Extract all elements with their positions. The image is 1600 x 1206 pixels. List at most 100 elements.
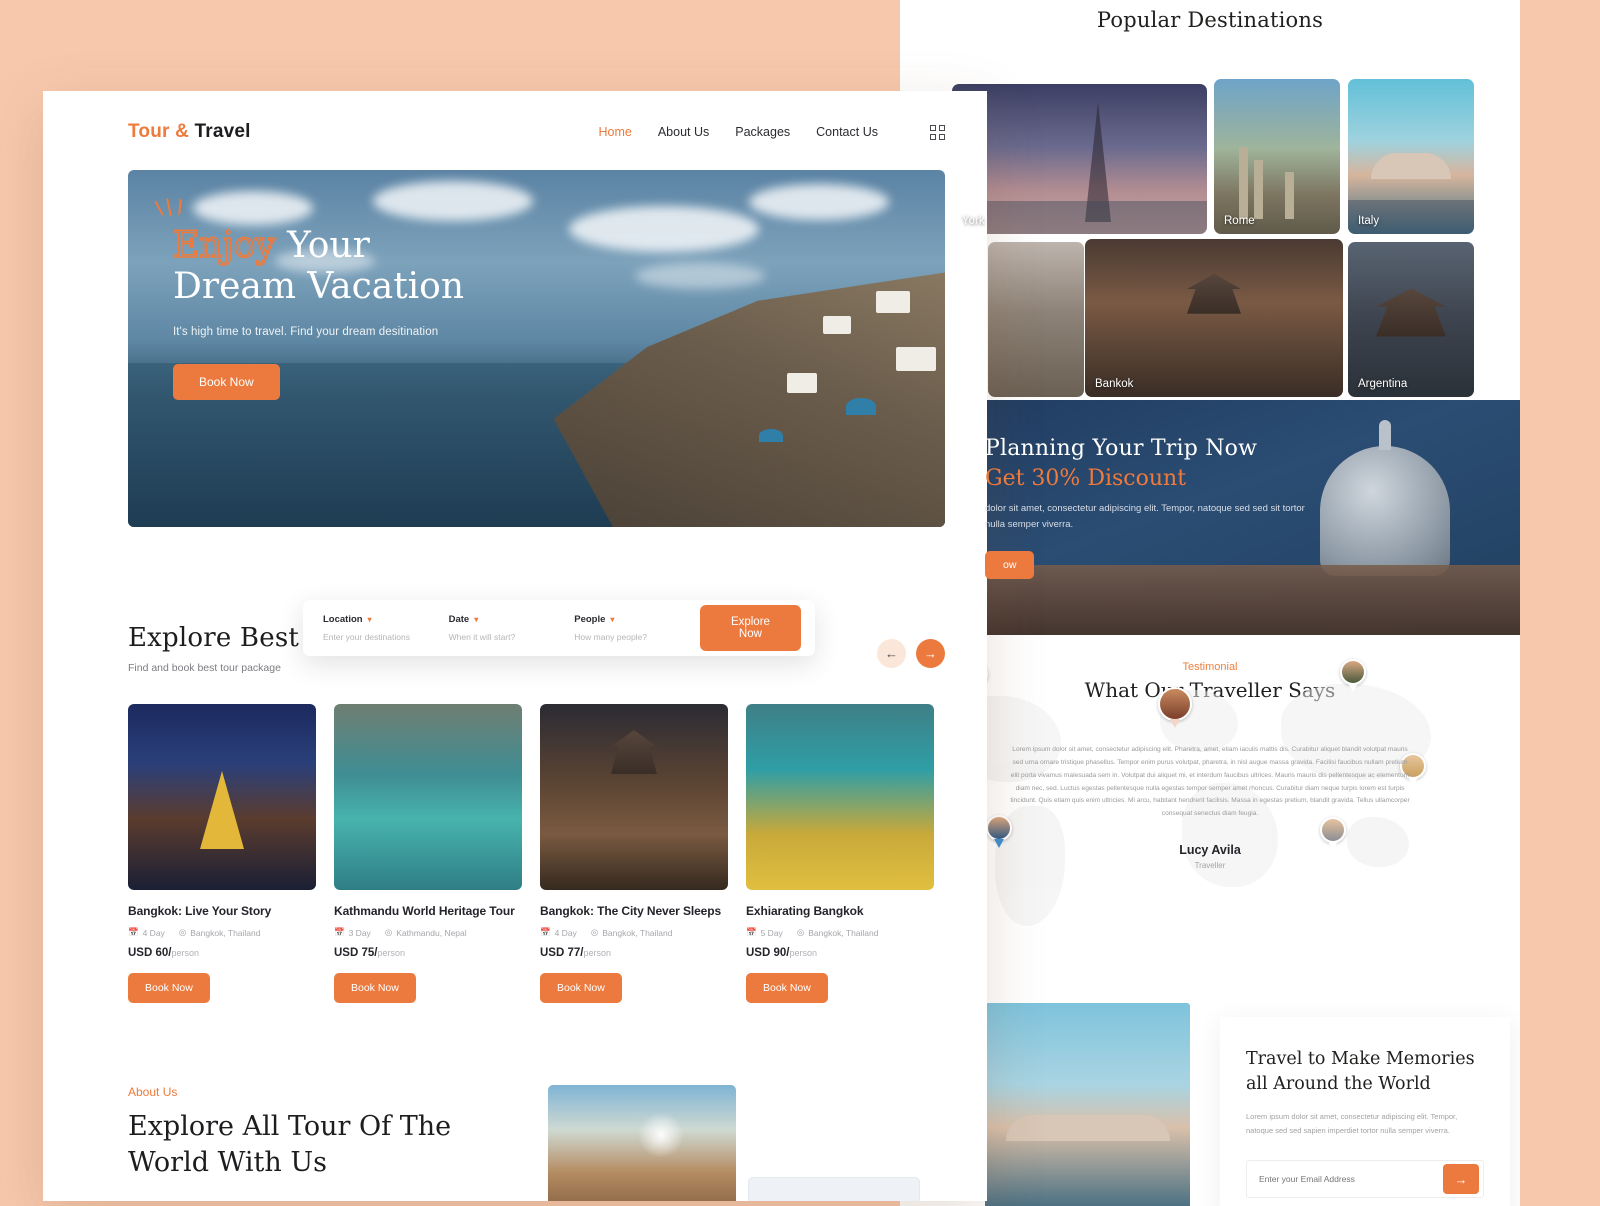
- promo-body: dolor sit amet, consectetur adipiscing e…: [985, 503, 1305, 531]
- destination-label: Argentina: [1358, 378, 1408, 390]
- chevron-down-icon[interactable]: ▾: [474, 615, 478, 624]
- testimonial-quote: Lorem ipsum dolor sit amet, consectetur …: [1010, 746, 1410, 818]
- destination-label: Bankok: [1095, 378, 1134, 390]
- search-label: People: [574, 614, 606, 625]
- nav-item-about-us[interactable]: About Us: [658, 125, 709, 139]
- package-duration: 📅 5 Day: [746, 927, 783, 938]
- about-image-secondary: [748, 1177, 920, 1201]
- map-pin-icon: ◎: [384, 927, 393, 937]
- calendar-icon: 📅: [746, 927, 757, 937]
- hero-headline-rest: Your: [287, 225, 370, 266]
- carousel-arrows: ← →: [877, 639, 945, 668]
- pagoda-shape: [611, 730, 657, 775]
- carousel-next-button[interactable]: →: [916, 639, 945, 668]
- package-title: Exhiarating Bangkok: [746, 904, 864, 918]
- search-field-date[interactable]: Date ▾ When it will start?: [449, 614, 575, 642]
- right-mockup-panel: Popular Destinations York Rome Italy Ban…: [900, 0, 1520, 1206]
- hero-banner: Enjoy Your Dream Vacation It's high time…: [128, 170, 945, 527]
- carousel-prev-button[interactable]: ←: [877, 639, 906, 668]
- package-image: [334, 704, 522, 890]
- package-book-now-button[interactable]: Book Now: [334, 973, 416, 1003]
- package-image: [746, 704, 934, 890]
- destination-label: Italy: [1358, 215, 1380, 227]
- newsletter-body: Lorem ipsum dolor sit amet, consectetur …: [1246, 1111, 1458, 1135]
- stupa-shape: [200, 771, 244, 850]
- nav-item-packages[interactable]: Packages: [735, 125, 790, 139]
- destination-card[interactable]: [988, 242, 1084, 397]
- package-card[interactable]: Kathmandu World Heritage Tour 📅 3 Day ◎ Ka…: [334, 704, 522, 1003]
- left-mockup-panel: Tour & Travel Home About Us Packages Con…: [43, 91, 987, 1201]
- newsletter-submit-button[interactable]: →: [1443, 1164, 1479, 1195]
- hero-subtitle: It's high time to travel. Find your drea…: [173, 325, 439, 338]
- grid-menu-icon[interactable]: [930, 124, 945, 140]
- destination-card[interactable]: York: [952, 84, 1207, 234]
- search-label: Location: [323, 614, 363, 625]
- package-price: USD 60/person: [128, 947, 199, 959]
- hero-headline-line2: Dream Vacation: [173, 266, 465, 308]
- nav-item-contact-us[interactable]: Contact Us: [816, 125, 878, 139]
- destination-card[interactable]: Rome: [1214, 79, 1340, 234]
- chevron-down-icon[interactable]: ▾: [368, 615, 372, 624]
- nav-item-home[interactable]: Home: [598, 125, 631, 139]
- package-title: Kathmandu World Heritage Tour: [334, 904, 515, 918]
- arrow-right-icon: →: [924, 646, 937, 661]
- package-card[interactable]: Bangkok: Live Your Story 📅 4 Day ◎ Bangkok…: [128, 704, 316, 1003]
- calendar-icon: 📅: [334, 927, 345, 937]
- sparkle-icon: [154, 197, 196, 224]
- newsletter-image: [985, 1003, 1190, 1206]
- package-cards: Bangkok: Live Your Story 📅 4 Day ◎ Bangkok…: [128, 704, 945, 1003]
- search-field-people[interactable]: People ▾ How many people?: [574, 614, 700, 642]
- destination-card[interactable]: Italy: [1348, 79, 1474, 234]
- package-book-now-button[interactable]: Book Now: [540, 973, 622, 1003]
- promo-banner: Planning Your Trip Now Get 30% Discount …: [900, 400, 1520, 635]
- testimonial-section: Testimonial What Our Traveller Says Lore…: [900, 635, 1520, 995]
- river-shape: [952, 201, 1207, 234]
- package-book-now-button[interactable]: Book Now: [746, 973, 828, 1003]
- ruin-shape: [1239, 147, 1249, 219]
- email-input[interactable]: [1259, 1174, 1443, 1185]
- package-title: Bangkok: Live Your Story: [128, 904, 272, 918]
- bridge-shape: [1370, 153, 1452, 180]
- package-price: USD 75/person: [334, 947, 405, 959]
- package-duration: 📅 4 Day: [540, 927, 577, 938]
- package-location: ◎ Bangkok, Thailand: [178, 927, 261, 938]
- testimonial-author-role: Traveller: [1194, 861, 1226, 871]
- hero-headline-accent: Enjoy: [172, 224, 276, 267]
- testimonial-author-name: Lucy Avila: [1179, 843, 1241, 858]
- search-bar: Location ▾ Enter your destinations Date ▾ …: [303, 600, 815, 656]
- hero-book-now-button[interactable]: Book Now: [173, 363, 280, 400]
- map-pin-icon: ◎: [796, 927, 805, 937]
- destination-card[interactable]: Argentina: [1348, 242, 1474, 397]
- destination-label: Rome: [1224, 215, 1255, 227]
- search-placeholder: When it will start?: [448, 632, 516, 642]
- arrow-left-icon: ←: [885, 646, 898, 661]
- package-book-now-button[interactable]: Book Now: [128, 973, 210, 1003]
- packages-subtitle: Find and book best tour package: [128, 662, 281, 674]
- destination-card[interactable]: Bankok: [1085, 239, 1343, 397]
- package-card[interactable]: Bangkok: The City Never Sleeps 📅 4 Day ◎ B…: [540, 704, 728, 1003]
- newsletter-form: →: [1246, 1160, 1484, 1199]
- logo-first: Tour &: [128, 121, 190, 142]
- navbar: Tour & Travel Home About Us Packages Con…: [43, 91, 987, 143]
- ruin-shape: [1284, 172, 1294, 219]
- package-location: ◎ Bangkok, Thailand: [796, 927, 879, 938]
- search-label: Date: [448, 614, 470, 625]
- calendar-icon: 📅: [128, 927, 139, 937]
- map-pin-avatar[interactable]: [1340, 659, 1366, 693]
- about-section: About Us Explore All Tour Of The World W…: [128, 1085, 945, 1201]
- destinations-grid: York Rome Italy Bankok Argentina: [900, 54, 1520, 397]
- package-location: ◎ Bangkok, Thailand: [590, 927, 673, 938]
- sun-flare-shape: [638, 1112, 685, 1158]
- newsletter-title-line1: Travel to Make Memories: [1246, 1049, 1475, 1069]
- logo-second: Travel: [194, 121, 251, 142]
- package-card[interactable]: Exhiarating Bangkok 📅 5 Day ◎ Bangkok, Tha…: [746, 704, 934, 1003]
- search-field-location[interactable]: Location ▾ Enter your destinations: [323, 614, 449, 642]
- chevron-down-icon[interactable]: ▾: [610, 615, 614, 624]
- temple-shape: [1376, 288, 1446, 337]
- map-pin-avatar-active[interactable]: [1158, 687, 1192, 731]
- calendar-icon: 📅: [540, 927, 551, 937]
- explore-now-button[interactable]: Explore Now: [699, 605, 801, 651]
- promo-cta-button[interactable]: ow: [985, 551, 1035, 580]
- arrow-right-icon: →: [1454, 1171, 1468, 1187]
- logo[interactable]: Tour & Travel: [128, 121, 251, 143]
